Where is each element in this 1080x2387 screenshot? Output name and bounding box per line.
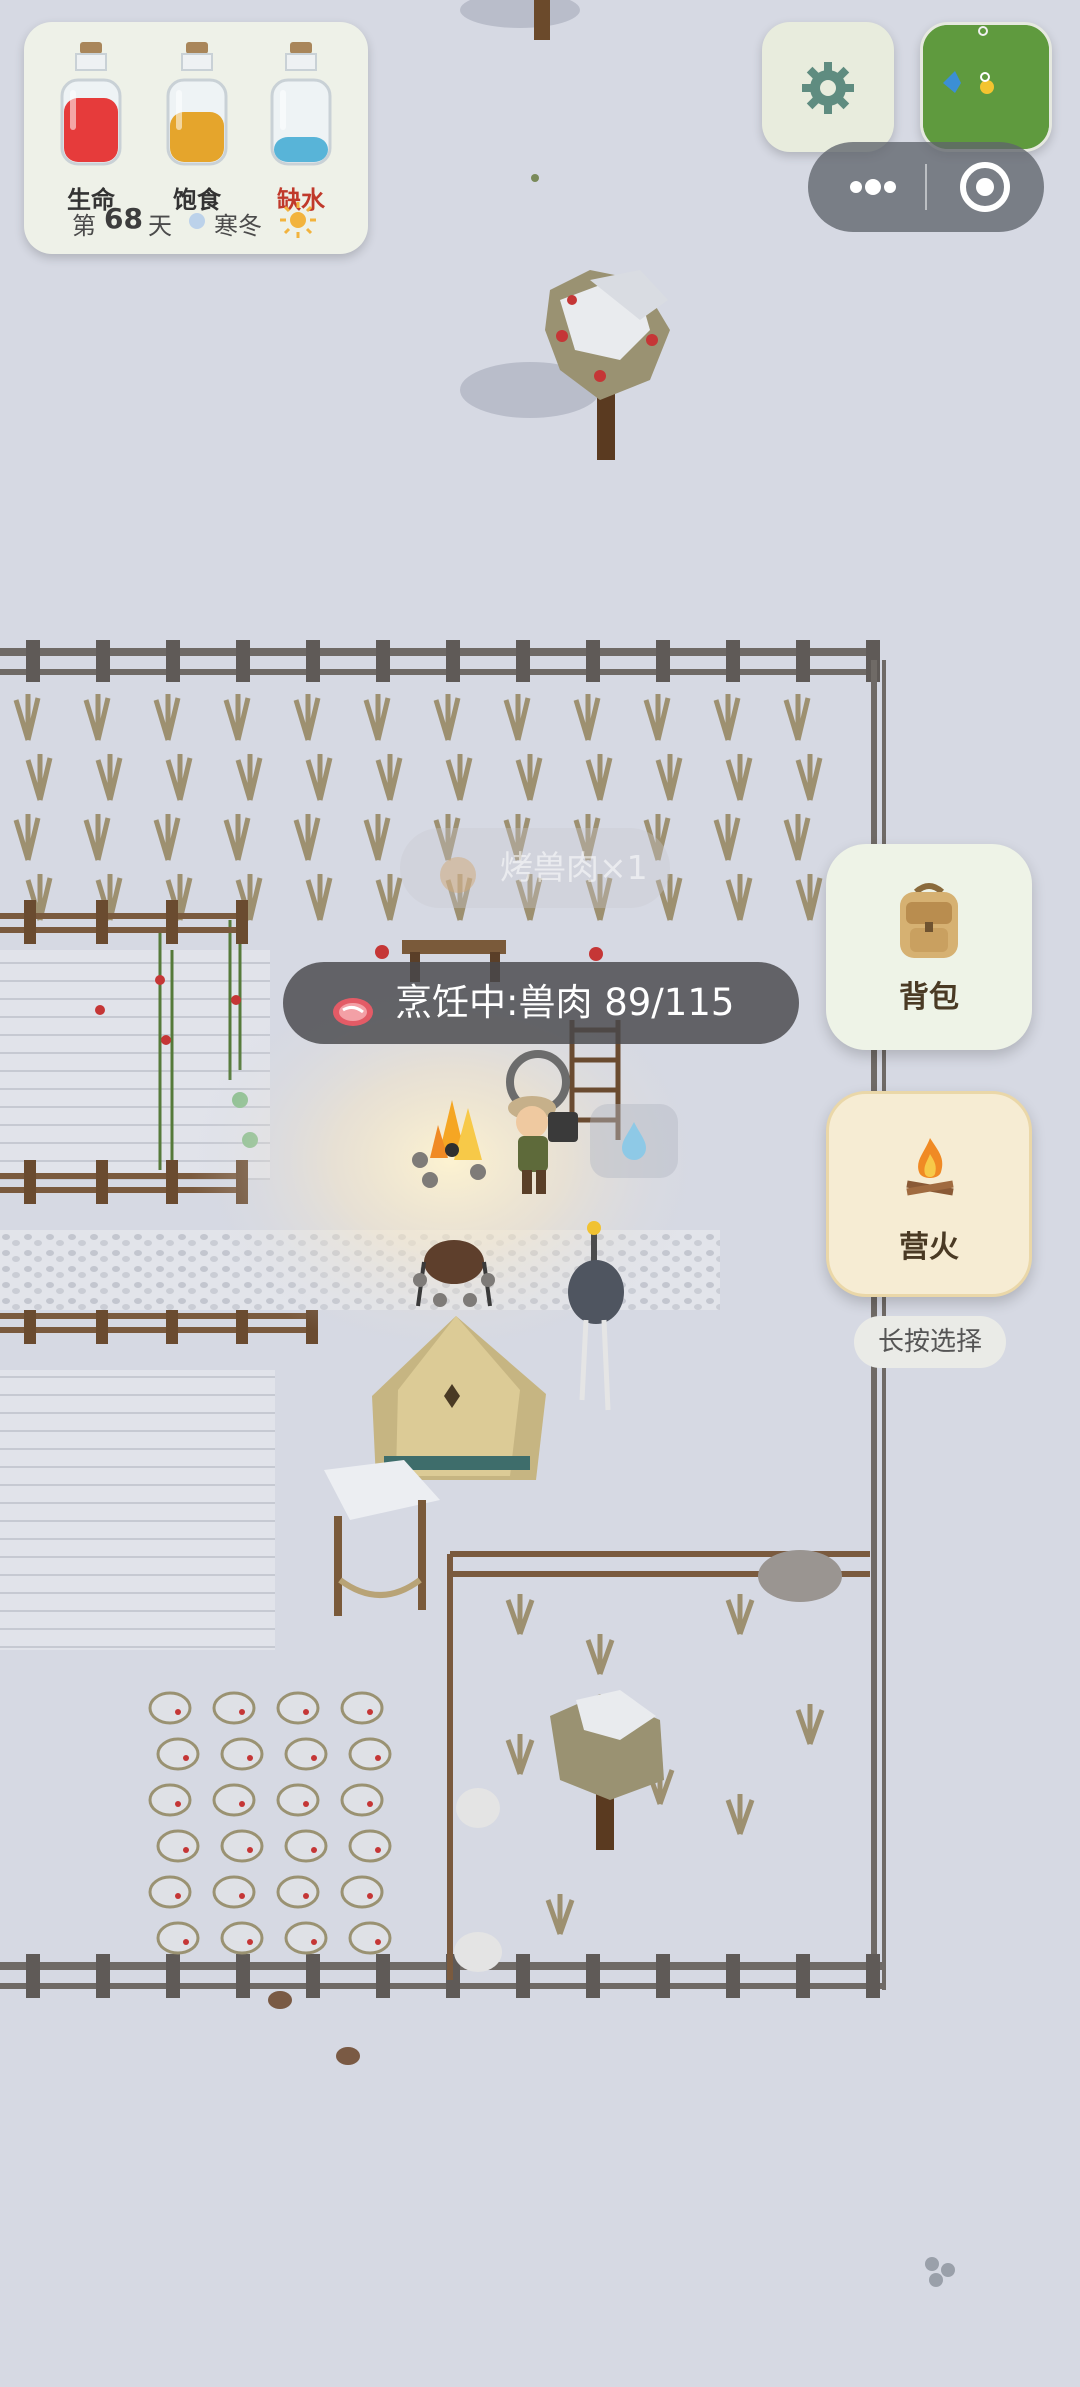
cooked-item-notice: 烤兽肉×1	[400, 828, 670, 908]
water-drop-icon	[618, 1118, 650, 1166]
day-prefix: 第	[72, 212, 96, 240]
raw-meat-icon	[329, 981, 377, 1063]
cabbage-dot	[183, 1939, 189, 1945]
cooking-status: 烹饪中:兽肉 89/115	[283, 962, 799, 1044]
day-season-bar: 第 68 天 寒冬	[24, 200, 368, 240]
cabbage	[148, 1875, 192, 1909]
cabbage-dot	[375, 1847, 381, 1853]
jar-icon	[60, 42, 122, 166]
cabbage-dot	[247, 1847, 253, 1853]
cabbage-dot	[175, 1801, 181, 1807]
snow-field[interactable]	[0, 1370, 275, 1650]
cabbage	[220, 1737, 264, 1771]
cabbage-dot	[367, 1709, 373, 1715]
cabbage	[148, 1783, 192, 1817]
cabbage-dot	[175, 1893, 181, 1899]
target-circle-icon[interactable]	[940, 142, 1030, 232]
cabbage-dot	[303, 1709, 309, 1715]
cabbage-dot	[239, 1801, 245, 1807]
cabbage	[276, 1783, 320, 1817]
cabbage-dot	[367, 1801, 373, 1807]
cooking-status-text: 烹饪中:兽肉 89/115	[395, 981, 735, 1024]
day-suffix: 天	[148, 212, 172, 240]
capsule-divider	[925, 164, 927, 210]
cabbage-dot	[375, 1939, 381, 1945]
cabbage	[156, 1829, 200, 1863]
game-screen: 生命 饱食 缺水 第 68 天 寒冬 烤兽肉×1 烹饪中:兽肉 89/115 背…	[0, 0, 1080, 2387]
cabbage	[348, 1829, 392, 1863]
cabbage-dot	[247, 1755, 253, 1761]
cabbage	[340, 1875, 384, 1909]
jar-icon	[270, 42, 332, 166]
cabbage-dot	[367, 1893, 373, 1899]
cabbage	[212, 1691, 256, 1725]
status-jar-2: 缺水	[256, 40, 346, 214]
cabbage	[156, 1737, 200, 1771]
mini-program-capsule	[808, 142, 1044, 232]
cabbage	[340, 1691, 384, 1725]
status-panel: 生命 饱食 缺水 第 68 天 寒冬	[24, 22, 368, 254]
cooked-item-text: 烤兽肉×1	[500, 848, 648, 887]
day-number: 68	[104, 202, 143, 235]
cabbage-dot	[183, 1755, 189, 1761]
campfire-hint: 长按选择	[854, 1316, 1006, 1368]
jar-icon	[166, 42, 228, 166]
cabbage	[212, 1783, 256, 1817]
minimap-icon	[923, 25, 1049, 149]
cabbage	[284, 1829, 328, 1863]
status-jar-0: 生命	[46, 40, 136, 214]
cabbage-dot	[239, 1709, 245, 1715]
cabbage	[284, 1737, 328, 1771]
campfire-button[interactable]: 营火	[826, 1091, 1032, 1297]
settings-button[interactable]	[762, 22, 894, 152]
cabbage-dot	[311, 1939, 317, 1945]
sun-icon	[278, 200, 318, 246]
drink-water-button[interactable]	[590, 1104, 678, 1178]
cabbage	[220, 1829, 264, 1863]
cabbage-dot	[183, 1847, 189, 1853]
cabbage	[340, 1783, 384, 1817]
cabbage	[156, 1921, 200, 1955]
minimap[interactable]	[920, 22, 1052, 152]
snowflake-dot-icon	[188, 208, 206, 236]
cabbage-dot	[303, 1801, 309, 1807]
more-dots-icon[interactable]	[828, 142, 918, 232]
cabbage	[276, 1691, 320, 1725]
cabbage-dot	[239, 1893, 245, 1899]
cabbage-dot	[175, 1709, 181, 1715]
cabbage-dot	[311, 1847, 317, 1853]
season-label: 寒冬	[214, 212, 262, 240]
cabbage-dot	[375, 1755, 381, 1761]
backpack-button[interactable]: 背包	[826, 844, 1032, 1050]
status-jar-1: 饱食	[152, 40, 242, 214]
cabbage	[348, 1921, 392, 1955]
cabbage	[148, 1691, 192, 1725]
backpack-label: 背包	[899, 980, 959, 1015]
cabbage	[212, 1875, 256, 1909]
cabbage	[276, 1875, 320, 1909]
gear-icon	[798, 58, 858, 122]
roast-meat-icon	[436, 846, 480, 926]
cabbage-dot	[311, 1755, 317, 1761]
cabbage	[284, 1921, 328, 1955]
campfire-icon	[899, 1134, 961, 1200]
cabbage	[220, 1921, 264, 1955]
cabbage-dot	[303, 1893, 309, 1899]
backpack-icon	[892, 878, 966, 966]
cabbage	[348, 1737, 392, 1771]
cabbage-dot	[247, 1939, 253, 1945]
campfire-label: 营火	[899, 1230, 959, 1265]
